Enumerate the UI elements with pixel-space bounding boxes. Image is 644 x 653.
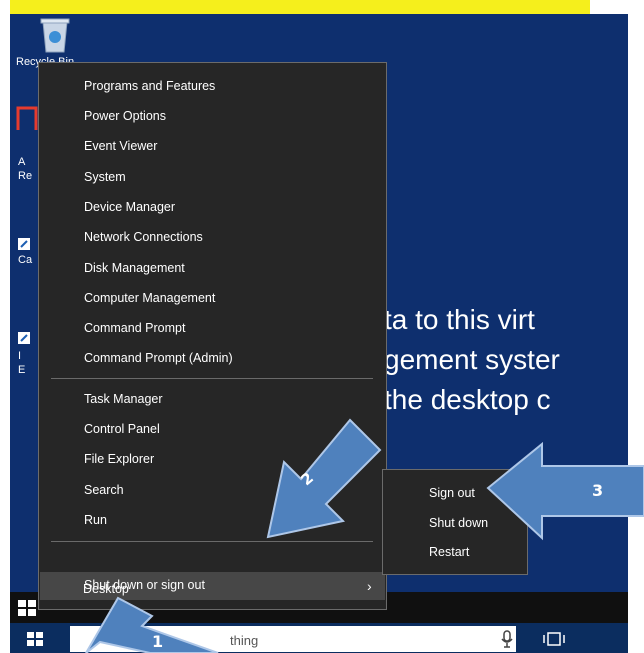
step-number-3: 3 bbox=[592, 481, 604, 500]
arrow-icon bbox=[486, 441, 644, 541]
step-number-1: 1 bbox=[152, 632, 164, 651]
annotation-overlay bbox=[85, 418, 644, 653]
arrow-icon bbox=[266, 418, 382, 539]
